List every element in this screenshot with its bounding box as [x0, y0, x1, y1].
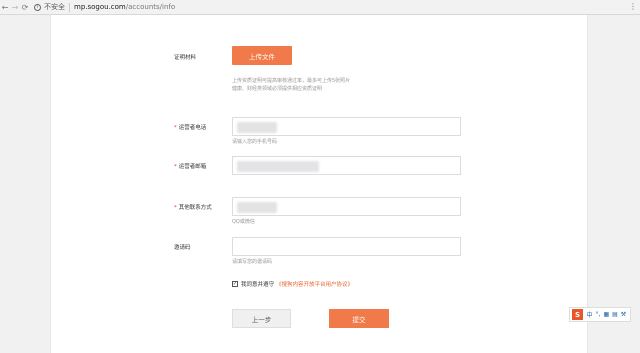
upload-hint-line2: 健康、财经类领域必须提供相应资质证明	[232, 86, 323, 92]
upload-hint: 上传资质证明可提高审核通过率，最多可上传5张照片 健康、财经类领域必须提供相应资…	[232, 77, 350, 93]
agree-text: 我同意并遵守	[241, 282, 275, 288]
ime-toolbar[interactable]: S 中 °, ▦ ▤ ⚒	[569, 307, 631, 322]
other-contact-label: * 其他联系方式	[174, 203, 212, 211]
invite-label: 邀请码	[174, 245, 191, 251]
ime-chinese-mode[interactable]: 中	[587, 310, 593, 319]
redacted-value	[237, 122, 277, 133]
required-mark: *	[174, 205, 177, 211]
invite-code-field[interactable]	[232, 237, 461, 256]
ime-skin-icon[interactable]: ▤	[612, 311, 618, 318]
address-bar[interactable]: i 不安全 mp.sogou.com/accounts/info	[34, 2, 175, 12]
url-path: /accounts/info	[125, 3, 176, 11]
email-label: * 运营者邮箱	[174, 162, 206, 170]
account-info-form: 证明材料 上传文件 上传资质证明可提高审核通过率，最多可上传5张照片 健康、财经…	[50, 15, 588, 353]
phone-field[interactable]	[232, 117, 461, 136]
cert-label: 证明材料	[174, 55, 197, 61]
page-scrollbar[interactable]	[632, 15, 640, 353]
invite-hint: 请填写您的邀请码	[232, 259, 273, 265]
agreement-link[interactable]: 《搜狗内容开放平台用户协议》	[276, 280, 353, 288]
divider	[69, 2, 70, 12]
ime-punctuation-icon[interactable]: °,	[596, 311, 601, 318]
upload-hint-line1: 上传资质证明可提高审核通过率，最多可上传5张照片	[232, 78, 351, 84]
phone-label: * 运营者电话	[174, 123, 206, 131]
upload-file-button[interactable]: 上传文件	[232, 46, 292, 65]
email-field[interactable]	[232, 156, 461, 175]
ime-keyboard-icon[interactable]: ▦	[603, 311, 609, 318]
required-mark: *	[174, 125, 177, 131]
prev-step-button[interactable]: 上一步	[232, 309, 291, 328]
agree-checkbox[interactable]: ✓	[232, 281, 238, 287]
agreement-row: ✓ 我同意并遵守 《搜狗内容开放平台用户协议》	[232, 280, 353, 288]
phone-label-text: 运营者电话	[178, 125, 207, 131]
other-contact-hint: QQ或微信	[232, 219, 255, 225]
sogou-ime-logo-icon: S	[572, 309, 583, 320]
info-icon[interactable]: i	[34, 3, 41, 11]
redacted-value	[237, 202, 277, 213]
ime-tools-icon[interactable]: ⚒	[621, 311, 626, 318]
submit-button[interactable]: 提交	[329, 309, 389, 328]
phone-hint: 请输入您的手机号码	[232, 139, 278, 145]
forward-button[interactable]: →	[10, 1, 20, 13]
redacted-value	[237, 161, 319, 172]
other-contact-label-text: 其他联系方式	[178, 205, 212, 211]
url-host: mp.sogou.com	[74, 3, 126, 11]
menu-icon[interactable]: ⋮	[629, 2, 637, 11]
email-label-text: 运营者邮箱	[178, 164, 207, 170]
back-button[interactable]: ←	[0, 1, 10, 13]
security-label: 不安全	[44, 3, 65, 11]
reload-button[interactable]: ⟳	[20, 1, 30, 13]
other-contact-field[interactable]	[232, 197, 461, 216]
browser-toolbar: ← → ⟳ i 不安全 mp.sogou.com/accounts/info ⋮	[0, 0, 640, 15]
required-mark: *	[174, 164, 177, 170]
